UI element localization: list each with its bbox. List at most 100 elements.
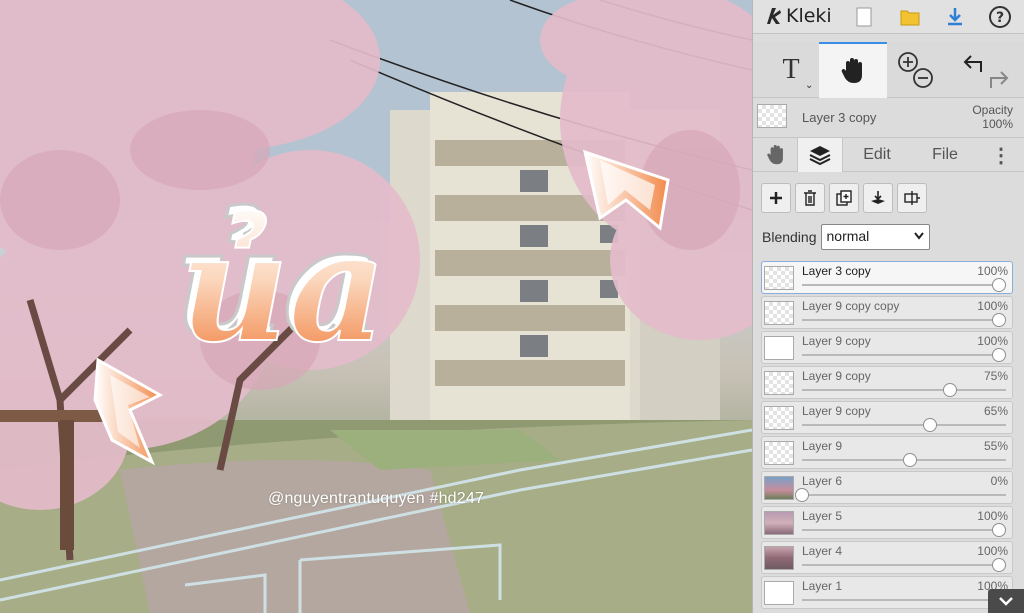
hand-tool-icon <box>841 58 862 83</box>
layer-name: Layer 9 copy <box>802 334 871 348</box>
opacity-slider-handle[interactable] <box>992 348 1006 362</box>
layer-item[interactable]: Layer 6 0% <box>761 471 1013 504</box>
hand-icon <box>767 145 783 165</box>
layer-opacity: 75% <box>983 369 1008 383</box>
scroll-down-button[interactable] <box>988 589 1024 613</box>
merge-down-icon <box>871 191 885 204</box>
add-layer-button[interactable] <box>761 183 791 213</box>
layer-thumbnail <box>764 476 794 500</box>
new-file-button[interactable] <box>849 3 879 31</box>
opacity-slider-track[interactable] <box>802 599 1006 601</box>
layer-thumbnail <box>764 301 794 325</box>
new-file-icon <box>856 7 872 27</box>
trash-icon <box>804 190 816 206</box>
layer-thumbnail <box>764 406 794 430</box>
opacity-slider-track[interactable] <box>802 529 1006 531</box>
layer-name: Layer 9 copy <box>802 369 871 383</box>
layers-icon <box>809 146 831 166</box>
overlay-text: ủa <box>180 200 386 376</box>
drawing-canvas[interactable]: ủa ủa @nguyentrantuquyen #hd247 <box>0 0 752 613</box>
opacity-slider-track[interactable] <box>802 354 1006 356</box>
layer-thumbnail <box>764 266 794 290</box>
redo-icon <box>990 71 1009 88</box>
opacity-value: 100% <box>982 117 1013 131</box>
opacity-slider-handle[interactable] <box>903 453 918 467</box>
chevron-down-icon <box>999 597 1013 606</box>
layer-item[interactable]: Layer 9 copy 100% <box>761 331 1013 364</box>
layer-opacity: 100% <box>977 299 1008 313</box>
layer-thumbnail <box>764 371 794 395</box>
transform-icon <box>904 191 920 205</box>
blending-value: normal <box>826 228 870 244</box>
blending-row: Blending normal <box>762 224 930 250</box>
layer-item[interactable]: Layer 3 copy 100% <box>761 261 1013 294</box>
text-tool-button[interactable]: T ⌄ <box>761 42 821 98</box>
undo-redo-buttons[interactable] <box>959 42 1019 98</box>
opacity-slider-track[interactable] <box>802 284 1006 286</box>
opacity-slider-track[interactable] <box>802 564 1006 566</box>
layer-item[interactable]: Layer 9 55% <box>761 436 1013 469</box>
layer-name: Layer 9 copy copy <box>802 299 900 313</box>
current-layer-opacity: Opacity 100% <box>972 103 1013 131</box>
layer-item[interactable]: Layer 9 copy copy 100% <box>761 296 1013 329</box>
delete-layer-button[interactable] <box>795 183 825 213</box>
opacity-slider-handle[interactable] <box>992 558 1006 572</box>
tab-file[interactable]: File <box>917 138 973 172</box>
side-panel: Kleki ? T ⌄ Layer 3 copy Opacity 100% Ed… <box>752 0 1024 613</box>
opacity-slider-handle[interactable] <box>923 418 938 432</box>
opacity-slider-handle[interactable] <box>992 523 1006 537</box>
open-folder-icon <box>900 10 920 26</box>
layer-item[interactable]: Layer 1 100% <box>761 576 1013 609</box>
opacity-slider-track[interactable] <box>802 389 1006 391</box>
layer-thumbnail <box>764 336 794 360</box>
transform-layer-button[interactable] <box>897 183 927 213</box>
overlay-text-layer: ủa ủa <box>173 193 388 378</box>
layer-name: Layer 1 <box>802 579 843 593</box>
layer-thumbnail <box>764 581 794 605</box>
open-file-button[interactable] <box>895 3 925 31</box>
help-button[interactable]: ? <box>985 3 1015 31</box>
watermark-text: @nguyentrantuquyen #hd247 <box>268 490 485 507</box>
hand-tool-button[interactable] <box>819 42 887 98</box>
zoom-buttons <box>893 48 937 92</box>
opacity-slider-handle[interactable] <box>992 278 1006 292</box>
help-icon: ? <box>989 6 1011 28</box>
opacity-slider-handle[interactable] <box>942 383 957 397</box>
duplicate-icon <box>836 190 852 206</box>
opacity-slider-handle[interactable] <box>795 488 809 502</box>
tab-edit[interactable]: Edit <box>849 138 905 172</box>
top-bar: Kleki ? <box>753 0 1024 34</box>
app-logo[interactable]: Kleki <box>765 5 832 27</box>
layer-item[interactable]: Layer 9 copy 75% <box>761 366 1013 399</box>
layer-name: Layer 4 <box>802 544 843 558</box>
current-layer-thumbnail <box>757 104 787 128</box>
chevron-down-icon <box>913 232 924 240</box>
layer-name: Layer 5 <box>802 509 843 523</box>
tab-layers[interactable] <box>797 138 843 172</box>
layer-item[interactable]: Layer 4 100% <box>761 541 1013 574</box>
layer-opacity: 0% <box>990 474 1008 488</box>
undo-icon <box>963 55 982 72</box>
chevron-down-icon[interactable]: ⌄ <box>805 80 813 91</box>
text-tool-icon: T <box>782 54 800 85</box>
current-layer-info: Layer 3 copy Opacity 100% <box>753 98 1024 138</box>
layer-name: Layer 9 <box>802 439 843 453</box>
layer-name: Layer 9 copy <box>802 404 871 418</box>
download-icon <box>948 8 962 26</box>
more-menu-icon[interactable]: ⋮ <box>989 138 1013 172</box>
opacity-slider-track[interactable] <box>802 424 1006 426</box>
merge-down-button[interactable] <box>863 183 893 213</box>
duplicate-layer-button[interactable] <box>829 183 859 213</box>
blending-select[interactable]: normal <box>820 224 930 250</box>
layer-opacity: 55% <box>983 439 1008 453</box>
layer-item[interactable]: Layer 5 100% <box>761 506 1013 539</box>
download-button[interactable] <box>940 3 970 31</box>
layer-thumbnail <box>764 546 794 570</box>
tab-tool-settings[interactable] <box>759 138 793 172</box>
opacity-slider-track[interactable] <box>802 319 1006 321</box>
opacity-slider-track[interactable] <box>802 494 1006 496</box>
opacity-slider-handle[interactable] <box>992 313 1006 327</box>
layer-item[interactable]: Layer 9 copy 65% <box>761 401 1013 434</box>
layer-thumbnail <box>764 441 794 465</box>
layer-name: Layer 3 copy <box>802 264 871 278</box>
